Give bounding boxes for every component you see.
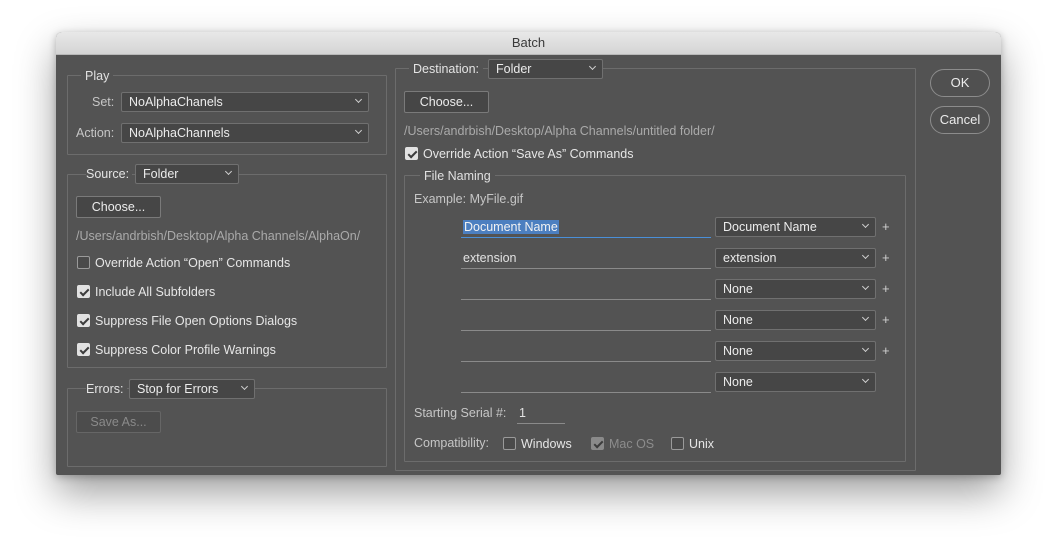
naming-select-4[interactable]: None bbox=[715, 310, 876, 330]
serial-label: Starting Serial #: bbox=[414, 406, 507, 420]
naming-field-3[interactable] bbox=[461, 280, 711, 300]
suppress-open-dialogs-checkbox[interactable] bbox=[77, 314, 90, 327]
naming-select-2[interactable]: extension bbox=[715, 248, 876, 268]
chevron-down-icon bbox=[863, 377, 869, 383]
file-naming-example: Example: MyFile.gif bbox=[414, 192, 524, 206]
override-save-as-checkbox[interactable] bbox=[405, 147, 418, 160]
naming-field-5[interactable] bbox=[461, 342, 711, 362]
chevron-down-icon bbox=[863, 315, 869, 321]
action-select[interactable]: NoAlphaChannels bbox=[121, 123, 369, 143]
destination-path: /Users/andrbish/Desktop/Alpha Channels/u… bbox=[404, 124, 715, 138]
chevron-down-icon bbox=[242, 384, 248, 390]
naming-select-6[interactable]: None bbox=[715, 372, 876, 392]
set-select-value: NoAlphaChanels bbox=[129, 95, 223, 109]
source-select-value: Folder bbox=[143, 167, 179, 181]
chevron-down-icon bbox=[356, 97, 362, 103]
chevron-down-icon bbox=[863, 346, 869, 352]
errors-select[interactable]: Stop for Errors bbox=[129, 379, 255, 399]
serial-input[interactable]: 1 bbox=[517, 404, 565, 424]
ok-button[interactable]: OK bbox=[930, 69, 990, 97]
suppress-color-warnings-checkbox[interactable] bbox=[77, 343, 90, 356]
windows-checkbox[interactable] bbox=[503, 437, 516, 450]
include-subfolders-label: Include All Subfolders bbox=[95, 285, 216, 299]
action-select-value: NoAlphaChannels bbox=[129, 126, 230, 140]
suppress-color-warnings-label: Suppress Color Profile Warnings bbox=[95, 343, 276, 357]
cancel-button[interactable]: Cancel bbox=[930, 106, 990, 134]
chevron-down-icon bbox=[226, 169, 232, 175]
macos-label: Mac OS bbox=[609, 437, 655, 451]
naming-field-2[interactable]: extension bbox=[461, 249, 711, 269]
naming-select-6-value: None bbox=[723, 375, 753, 389]
naming-select-4-value: None bbox=[723, 313, 753, 327]
chevron-down-icon bbox=[863, 222, 869, 228]
source-path: /Users/andrbish/Desktop/Alpha Channels/A… bbox=[76, 229, 361, 243]
windows-label: Windows bbox=[521, 437, 572, 451]
add-row-4-button[interactable]: + bbox=[882, 310, 890, 330]
chevron-down-icon bbox=[356, 128, 362, 134]
add-row-3-button[interactable]: + bbox=[882, 279, 890, 299]
naming-select-5-value: None bbox=[723, 344, 753, 358]
naming-field-6[interactable] bbox=[461, 373, 711, 393]
batch-dialog: Batch Play Set: NoAlphaChanels Action: N… bbox=[56, 32, 1001, 475]
play-legend: Play bbox=[81, 68, 114, 84]
chevron-down-icon bbox=[590, 64, 596, 70]
macos-checkbox[interactable] bbox=[591, 437, 604, 450]
add-row-1-button[interactable]: + bbox=[882, 217, 890, 237]
errors-label: Errors: bbox=[86, 379, 127, 399]
chevron-down-icon bbox=[863, 253, 869, 259]
unix-label: Unix bbox=[689, 437, 715, 451]
naming-select-3-value: None bbox=[723, 282, 753, 296]
naming-select-5[interactable]: None bbox=[715, 341, 876, 361]
add-row-2-button[interactable]: + bbox=[882, 248, 890, 268]
play-group bbox=[67, 75, 387, 155]
destination-choose-button[interactable]: Choose... bbox=[404, 91, 489, 113]
suppress-open-dialogs-label: Suppress File Open Options Dialogs bbox=[95, 314, 298, 328]
action-label: Action: bbox=[76, 126, 115, 140]
file-naming-legend: File Naming bbox=[420, 168, 495, 184]
include-subfolders-checkbox[interactable] bbox=[77, 285, 90, 298]
save-as-button[interactable]: Save As... bbox=[76, 411, 161, 433]
override-save-as-label: Override Action “Save As” Commands bbox=[423, 147, 634, 161]
unix-checkbox[interactable] bbox=[671, 437, 684, 450]
destination-select-value: Folder bbox=[496, 62, 532, 76]
add-row-5-button[interactable]: + bbox=[882, 341, 890, 361]
override-open-label: Override Action “Open” Commands bbox=[95, 256, 291, 270]
set-select[interactable]: NoAlphaChanels bbox=[121, 92, 369, 112]
naming-field-1[interactable]: Document Name bbox=[461, 218, 711, 238]
set-label: Set: bbox=[92, 95, 115, 109]
override-open-checkbox[interactable] bbox=[77, 256, 90, 269]
naming-select-3[interactable]: None bbox=[715, 279, 876, 299]
source-choose-button[interactable]: Choose... bbox=[76, 196, 161, 218]
source-label: Source: bbox=[86, 164, 133, 184]
chevron-down-icon bbox=[863, 284, 869, 290]
destination-select[interactable]: Folder bbox=[488, 59, 603, 79]
naming-select-1-value: Document Name bbox=[723, 220, 817, 234]
naming-select-2-value: extension bbox=[723, 251, 777, 265]
naming-field-4[interactable] bbox=[461, 311, 711, 331]
destination-label: Destination: bbox=[409, 59, 484, 79]
compatibility-label: Compatibility: bbox=[414, 436, 490, 450]
window-title: Batch bbox=[56, 32, 1001, 55]
naming-select-1[interactable]: Document Name bbox=[715, 217, 876, 237]
naming-field-1-text: Document Name bbox=[463, 220, 559, 234]
errors-select-value: Stop for Errors bbox=[137, 382, 219, 396]
source-select[interactable]: Folder bbox=[135, 164, 239, 184]
